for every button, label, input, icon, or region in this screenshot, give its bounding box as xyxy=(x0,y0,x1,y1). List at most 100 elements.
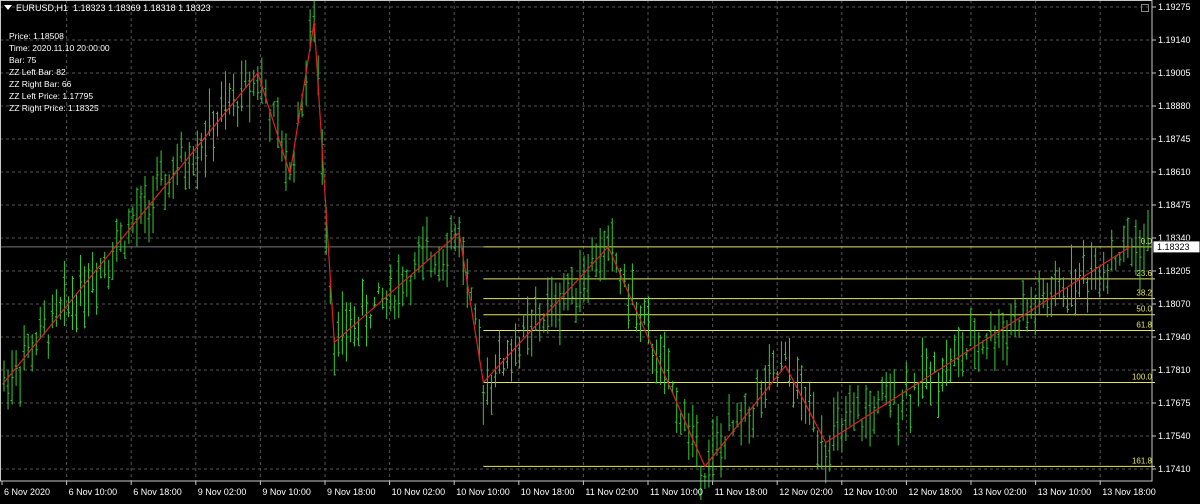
y-tick-label: 1.19140 xyxy=(1158,35,1191,45)
price-bar xyxy=(409,276,412,306)
price-bar xyxy=(256,66,259,100)
y-tick-label: 1.17410 xyxy=(1158,464,1191,474)
price-bar xyxy=(752,404,755,437)
price-bar xyxy=(474,305,477,325)
price-bar xyxy=(204,121,207,178)
price-bar xyxy=(1142,224,1145,274)
price-bar xyxy=(168,174,171,197)
price-bar xyxy=(824,443,827,483)
price-bar xyxy=(188,142,191,189)
price-bar xyxy=(856,385,859,419)
price-bar xyxy=(635,302,638,332)
fib-level-label: 23.6 xyxy=(1136,269,1152,278)
price-bar xyxy=(377,283,380,294)
chart-shift-icon[interactable] xyxy=(1141,4,1149,12)
price-bar xyxy=(1070,245,1073,307)
price-bar xyxy=(977,332,980,372)
price-bar xyxy=(728,394,731,431)
fib-level-label: 61.8 xyxy=(1136,321,1152,330)
price-bar xyxy=(945,340,948,386)
x-tick-label: 13 Nov 02:00 xyxy=(973,487,1027,497)
price-bar xyxy=(796,357,799,399)
price-bar xyxy=(530,309,533,356)
price-bar xyxy=(131,206,134,233)
price-chart[interactable]: 0.023.638.250.061.8100.0161.8 1.192751.1… xyxy=(0,0,1200,500)
price-bar xyxy=(993,325,996,371)
price-bar xyxy=(11,350,14,404)
x-tick-label: 13 Nov 10:00 xyxy=(1038,487,1092,497)
price-bar xyxy=(369,314,372,329)
price-bar xyxy=(820,415,823,469)
price-bar xyxy=(208,88,211,136)
price-bar xyxy=(1066,288,1069,313)
price-bar xyxy=(180,132,183,162)
price-bar xyxy=(1074,269,1077,316)
chart-canvas[interactable]: 0.023.638.250.061.8100.0161.8 1.192751.1… xyxy=(0,0,1200,500)
info-row: ZZ Left Price: 1.17795 xyxy=(9,90,110,102)
price-bar xyxy=(87,263,90,316)
price-bar xyxy=(1030,287,1033,319)
y-tick-label: 1.17675 xyxy=(1158,398,1191,408)
price-bar xyxy=(873,396,876,434)
price-bar xyxy=(31,334,34,371)
price-bar xyxy=(949,348,952,382)
info-row: ZZ Right Bar: 66 xyxy=(9,78,110,90)
price-bar xyxy=(550,277,553,327)
x-tick-label: 12 Nov 02:00 xyxy=(779,487,833,497)
y-tick-label: 1.18745 xyxy=(1158,134,1191,144)
price-bar xyxy=(957,327,960,377)
zigzag-line xyxy=(4,22,1132,467)
price-bar xyxy=(792,382,795,408)
x-tick-label: 13 Nov 18:00 xyxy=(1102,487,1156,497)
price-bar xyxy=(925,348,928,389)
y-tick-label: 1.18070 xyxy=(1158,299,1191,309)
price-bar xyxy=(115,219,118,262)
price-bar xyxy=(736,403,739,427)
x-tick-label: 11 Nov 02:00 xyxy=(585,487,638,497)
price-bar xyxy=(687,413,690,460)
price-bar xyxy=(446,233,449,288)
price-bar xyxy=(236,101,239,127)
price-bar xyxy=(1014,300,1017,337)
price-bar xyxy=(663,332,666,394)
price-bar xyxy=(1122,225,1125,262)
price-bar xyxy=(421,226,424,280)
price-bars xyxy=(3,0,1150,500)
price-bar xyxy=(224,71,227,129)
symbol-label[interactable]: EURUSD,H1 xyxy=(16,3,68,13)
price-bar xyxy=(482,385,485,425)
price-bar xyxy=(655,340,658,384)
zigzag-polyline xyxy=(4,22,1132,467)
price-bar xyxy=(937,372,940,417)
price-bar xyxy=(240,61,243,112)
x-tick-label: 6 Nov 2020 xyxy=(4,487,50,497)
price-bar xyxy=(152,176,155,233)
y-tick-label: 1.18610 xyxy=(1158,167,1191,177)
price-bar xyxy=(19,366,22,407)
price-bar xyxy=(99,258,102,278)
price-bar xyxy=(913,373,916,391)
symbol-dropdown-icon[interactable] xyxy=(4,5,12,10)
x-tick-label: 10 Nov 02:00 xyxy=(392,487,446,497)
price-bar xyxy=(711,419,714,480)
price-bar xyxy=(63,261,66,326)
price-bar xyxy=(1054,261,1057,306)
price-bar xyxy=(776,371,779,387)
price-bar xyxy=(695,415,698,468)
price-bar xyxy=(973,318,976,369)
current-price-label: 1.18323 xyxy=(1157,242,1190,252)
price-bar xyxy=(800,365,803,420)
price-bar xyxy=(119,222,122,251)
y-tick-label: 1.19005 xyxy=(1158,68,1191,78)
price-bar xyxy=(23,325,26,370)
price-bar xyxy=(434,255,437,275)
price-bar xyxy=(1034,295,1037,335)
x-tick-label: 9 Nov 10:00 xyxy=(262,487,311,497)
y-tick-label: 1.18880 xyxy=(1158,101,1191,111)
x-tick-label: 11 Nov 18:00 xyxy=(715,487,768,497)
price-bar xyxy=(55,289,58,327)
price-bar xyxy=(740,402,743,445)
price-bar xyxy=(933,352,936,373)
price-bar xyxy=(764,365,767,408)
info-row: ZZ Left Bar: 82 xyxy=(9,66,110,78)
